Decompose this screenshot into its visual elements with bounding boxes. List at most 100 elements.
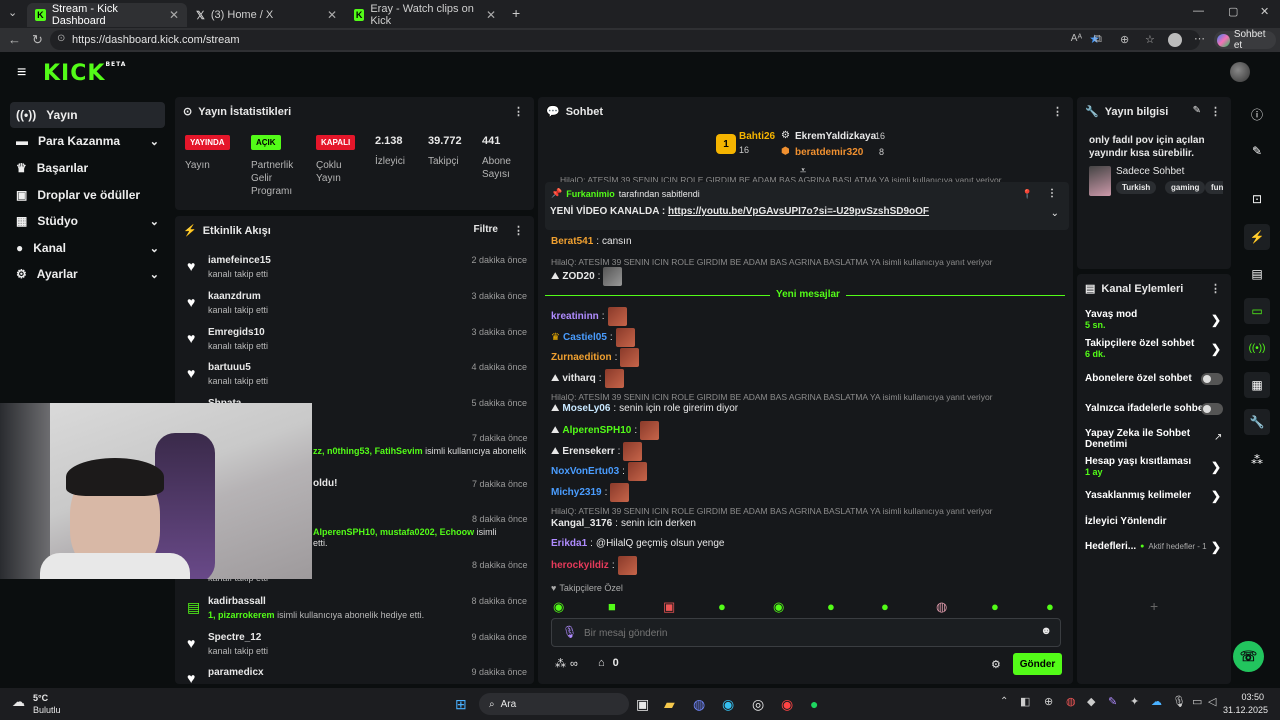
volume-icon[interactable]: ◁: [1208, 695, 1216, 708]
tab-list-icon[interactable]: ⌄: [8, 6, 17, 19]
leader-name[interactable]: beratdemir320: [795, 147, 863, 158]
clock-date[interactable]: 31.12.2025: [1222, 705, 1268, 715]
chat-username[interactable]: Zurnaedition: [551, 352, 612, 363]
close-icon[interactable]: ✕: [486, 8, 496, 22]
chat-username[interactable]: ZOD20: [562, 271, 594, 282]
activity-user[interactable]: n0thing53,: [327, 446, 372, 456]
network-icon[interactable]: ▭: [1192, 695, 1202, 708]
tray-app-icon[interactable]: ☁: [1151, 695, 1162, 708]
split-screen-icon[interactable]: ⊕: [1120, 33, 1129, 46]
banned-words-setting[interactable]: Yasaklanmış kelimeler ❯: [1085, 489, 1225, 503]
chat-username[interactable]: NoxVonErtu03: [551, 466, 619, 477]
wrench-icon[interactable]: 🔧: [1244, 409, 1270, 435]
raid-setting[interactable]: İzleyici Yönlendir: [1085, 516, 1225, 527]
external-link-icon[interactable]: ↗: [1214, 432, 1222, 443]
tray-app-icon[interactable]: ✦: [1130, 695, 1139, 708]
leader-name[interactable]: EkremYaldizkaya: [795, 131, 876, 142]
sidebar-item-basarilar[interactable]: ♛ Başarılar: [10, 155, 165, 181]
activity-user[interactable]: paramedicx: [208, 667, 264, 678]
taskbar-search[interactable]: ⌕ Ara: [479, 693, 629, 715]
chat-username[interactable]: vitharq: [562, 373, 595, 384]
chat-settings-icon[interactable]: ⚙: [991, 658, 1001, 671]
chat-username[interactable]: Castiel05: [563, 332, 607, 343]
emote-icon[interactable]: ●: [1046, 599, 1054, 614]
tray-app-icon[interactable]: ◍: [1066, 695, 1076, 708]
activity-user[interactable]: zz,: [313, 446, 325, 456]
leader-name[interactable]: Bahti26: [739, 131, 775, 142]
chat-bubble-icon[interactable]: ▭: [1244, 298, 1270, 324]
document-icon[interactable]: ▤: [1244, 261, 1270, 287]
spotify-icon[interactable]: ●: [810, 696, 818, 712]
activity-user[interactable]: kadirbassall: [208, 596, 266, 607]
tab-x-home[interactable]: 𝕏 (3) Home / X ✕: [188, 3, 345, 27]
maximize-icon[interactable]: ▢: [1228, 5, 1238, 18]
screen-capture-icon[interactable]: ⊡: [1244, 186, 1270, 212]
chat-username[interactable]: Erikda1: [551, 538, 587, 549]
start-icon[interactable]: ⊞: [455, 696, 467, 713]
ai-moderation-setting[interactable]: Yapay Zeka ile Sohbet Denetimi: [1085, 428, 1195, 450]
activity-user[interactable]: FatihSevim: [375, 446, 423, 456]
send-button[interactable]: Gönder: [1013, 653, 1062, 675]
file-explorer-icon[interactable]: ▰: [664, 696, 675, 713]
kick-logo[interactable]: KICKBETA: [43, 61, 126, 86]
emoji-icon[interactable]: ☻: [1040, 625, 1052, 637]
category-name[interactable]: Sadece Sohbet: [1116, 166, 1184, 177]
tray-expand-icon[interactable]: ⌃: [1000, 696, 1008, 707]
sidebar-item-droplar[interactable]: ▣ Droplar ve ödüller: [10, 182, 165, 208]
lightning-icon[interactable]: ⚡: [1244, 224, 1270, 250]
broadcast-icon[interactable]: ((•)): [1244, 335, 1270, 361]
more-menu-icon[interactable]: ⋮: [513, 105, 524, 118]
followers-only-setting[interactable]: Takipçilere özel sohbet 6 dk. ❯: [1085, 338, 1225, 359]
steam-icon[interactable]: ◎: [752, 696, 764, 713]
emote-icon[interactable]: ■: [608, 599, 616, 614]
tray-app-icon[interactable]: ◧: [1020, 695, 1030, 708]
filter-button[interactable]: Filtre: [474, 224, 498, 235]
edge-icon[interactable]: ◉: [722, 696, 734, 713]
chat-username[interactable]: herockyildiz: [551, 560, 609, 571]
subscribers-only-toggle[interactable]: [1201, 373, 1223, 385]
site-info-icon[interactable]: ⊙: [57, 33, 65, 44]
new-tab-icon[interactable]: +: [512, 5, 520, 21]
weather-icon[interactable]: ☁: [12, 694, 25, 710]
tag-chip[interactable]: fun: [1205, 181, 1223, 194]
activity-user[interactable]: Echoow: [440, 527, 475, 537]
activity-user[interactable]: Emregids10: [208, 327, 265, 338]
back-icon[interactable]: ←: [8, 32, 21, 47]
emote-icon[interactable]: ●: [881, 599, 889, 614]
read-aloud-icon[interactable]: Aᴬ: [1071, 33, 1082, 44]
tray-app-icon[interactable]: ◆: [1087, 695, 1095, 708]
chat-username[interactable]: AlperenSPH10: [562, 425, 631, 436]
task-view-icon[interactable]: ▣: [636, 696, 649, 713]
clock-time[interactable]: 03:50: [1228, 692, 1264, 702]
emote-only-toggle[interactable]: [1201, 403, 1223, 415]
activity-user[interactable]: Spectre_12: [208, 632, 261, 643]
tag-chip[interactable]: gaming: [1165, 181, 1206, 194]
edit-icon[interactable]: ✎: [1193, 105, 1201, 116]
chevron-down-icon[interactable]: ⌄: [1051, 208, 1059, 219]
microphone-icon[interactable]: 🎙: [1172, 695, 1186, 708]
close-window-icon[interactable]: ✕: [1260, 5, 1269, 18]
goals-setting[interactable]: Hedefleri... ● Aktif hedefler - 1 ❯: [1085, 540, 1225, 554]
tray-app-icon[interactable]: ⊕: [1044, 695, 1053, 708]
chat-input[interactable]: [584, 624, 1024, 642]
emote-icon[interactable]: ◍: [936, 599, 947, 615]
activity-user[interactable]: kaanzdrum: [208, 291, 261, 302]
extensions-icon[interactable]: ⧉: [1094, 33, 1102, 46]
close-icon[interactable]: ✕: [327, 8, 337, 22]
chat-username[interactable]: Kangal_3176: [551, 518, 612, 529]
chat-username[interactable]: kreatininn: [551, 311, 599, 322]
more-menu-icon[interactable]: ⋮: [1047, 188, 1057, 199]
activity-user[interactable]: pizarrokerem: [218, 610, 275, 620]
close-icon[interactable]: ✕: [169, 8, 179, 22]
chat-username[interactable]: Erensekerr: [562, 446, 614, 457]
emote-icon[interactable]: ▣: [663, 599, 675, 615]
tray-app-icon[interactable]: ✎: [1108, 695, 1117, 708]
more-menu-icon[interactable]: ⋮: [513, 224, 524, 237]
sidebar-item-ayarlar[interactable]: ⚙ Ayarlar ⌄: [10, 261, 165, 287]
chat-username[interactable]: Berat541: [551, 236, 593, 247]
emote-icon[interactable]: ●: [718, 599, 726, 614]
support-chat-button[interactable]: ☏: [1233, 641, 1264, 672]
emote-icon[interactable]: ●: [827, 599, 835, 614]
sidebar-item-yayin[interactable]: ((•)) Yayın: [10, 102, 165, 128]
sidebar-item-kanal[interactable]: ● Kanal ⌄: [10, 235, 165, 261]
